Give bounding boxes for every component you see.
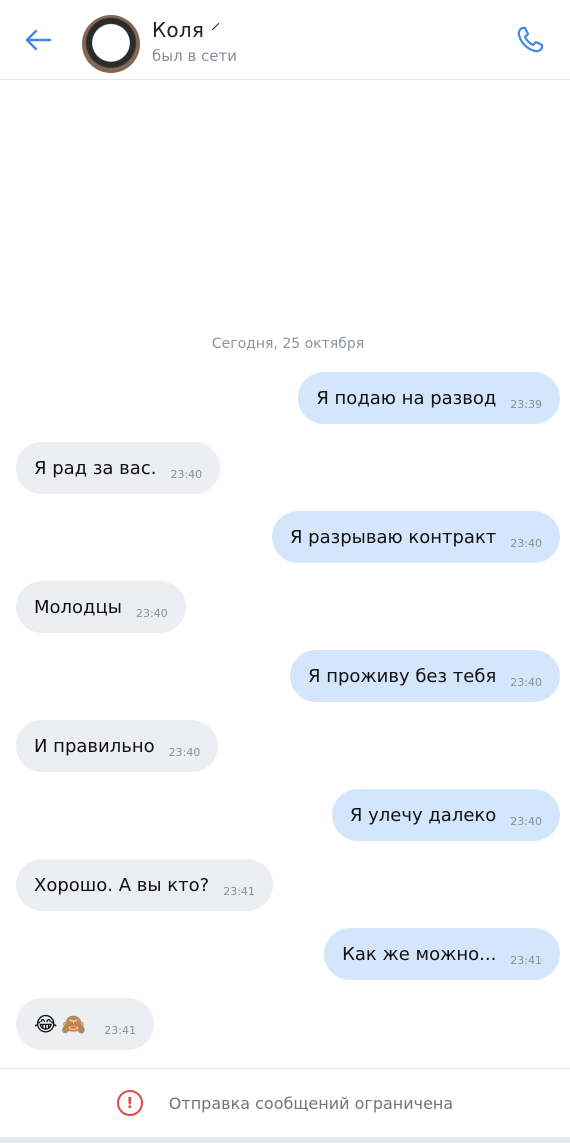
message-row: Я подаю на развод 23:39 [0,372,570,424]
message-time: 23:40 [135,606,168,620]
message-row: 😂🙈 23:41 [0,998,570,1050]
message-time: 23:40 [510,675,542,689]
exclamation-circle-icon: ! [116,1090,143,1116]
outgoing-message-bubble[interactable]: Я подаю на развод 23:39 [298,372,560,424]
message-time: 23:41 [104,1023,136,1037]
message-row: Я проживу без тебя 23:40 [0,650,570,702]
incoming-message-bubble[interactable]: Я рад за вас. 23:40 [16,442,221,494]
message-row: И правильно 23:40 [0,720,570,772]
contact-info[interactable]: Коля ⸍ был в сети [152,16,237,65]
message-text: Я разрываю контракт [289,526,497,548]
outgoing-message-bubble[interactable]: Я разрываю контракт 23:40 [271,511,560,563]
message-text: Я рад за вас. [34,457,157,479]
message-row: Молодцы 23:40 [0,581,570,633]
message-text: Я проживу без тебя [308,665,497,687]
message-time: 23:40 [170,467,203,481]
chat-header: Коля ⸍ был в сети [0,0,570,80]
message-time: 23:40 [510,814,542,828]
message-text: Я подаю на развод [316,387,497,409]
incoming-message-bubble[interactable]: Хорошо. А вы кто? 23:41 [16,859,273,911]
back-button[interactable] [18,20,58,60]
message-text: И правильно [34,735,155,757]
message-time: 23:39 [510,397,542,411]
message-row: Я разрываю контракт 23:40 [0,511,570,563]
message-row: Как же можно... 23:41 [0,928,570,980]
restriction-notice: Отправка сообщений ограничена [168,1093,454,1113]
outgoing-message-bubble[interactable]: Как же можно... 23:41 [324,928,560,980]
message-text: Молодцы [34,596,122,618]
incoming-message-bubble[interactable]: Молодцы 23:40 [16,581,186,633]
outgoing-message-bubble[interactable]: Я проживу без тебя 23:40 [290,650,560,702]
contact-status: был в сети [152,47,238,65]
call-button[interactable] [508,18,552,62]
message-row: Я улечу далеко 23:40 [0,789,570,841]
system-nav-bar [0,1137,570,1143]
message-time: 23:40 [510,536,542,550]
message-text: 😂🙈 [34,1012,91,1036]
message-row: Я рад за вас. 23:40 [0,442,570,494]
incoming-message-bubble[interactable]: И правильно 23:40 [16,720,219,772]
phone-icon [517,26,544,53]
message-text: Как же можно... [342,943,497,965]
outgoing-message-bubble[interactable]: Я улечу далеко 23:40 [331,789,560,841]
contact-name: Коля ⸍ [152,18,221,42]
message-text: Хорошо. А вы кто? [34,874,210,896]
message-time: 23:40 [168,745,201,759]
date-separator: Сегодня, 25 октября [211,336,365,352]
message-row: Хорошо. А вы кто? 23:41 [0,859,570,911]
message-text: Я улечу далеко [349,804,497,826]
avatar[interactable] [82,15,140,73]
input-restricted-bar: ! Отправка сообщений ограничена [0,1068,570,1143]
arrow-left-icon [25,29,52,51]
message-time: 23:41 [223,884,255,898]
incoming-message-bubble[interactable]: 😂🙈 23:41 [16,998,154,1050]
message-time: 23:41 [510,953,542,967]
